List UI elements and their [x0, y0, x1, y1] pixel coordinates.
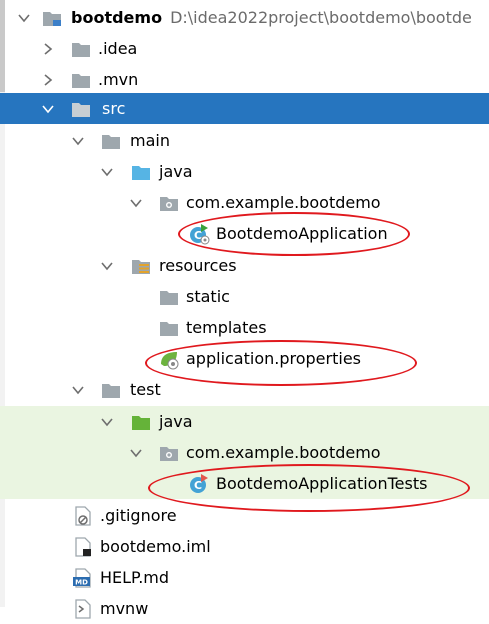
tree-row-src[interactable]: src	[0, 93, 489, 124]
chevron-down-icon[interactable]	[38, 93, 58, 124]
chevron-down-icon[interactable]	[68, 125, 88, 156]
root-path: D:\idea2022project\bootdemo\bootde	[170, 8, 472, 27]
idea-label: idea	[103, 39, 138, 58]
mvn-label-wrap: .mvn	[98, 70, 139, 89]
tree-row-static[interactable]: static	[0, 281, 489, 312]
script-file-icon	[72, 598, 94, 620]
chevron-down-icon[interactable]	[126, 187, 146, 218]
tree-row-main-java[interactable]: java	[0, 156, 489, 187]
main-java-label: java	[159, 162, 193, 181]
tree-row-test-package[interactable]: com.example.bootdemo	[0, 437, 489, 468]
root-name: bootdemo	[71, 8, 163, 27]
tree-row-main-package[interactable]: com.example.bootdemo	[0, 187, 489, 218]
svg-text:C: C	[194, 479, 202, 492]
properties-label: application.properties	[186, 349, 361, 368]
folder-icon	[158, 286, 180, 308]
tree-row-gitignore[interactable]: .gitignore	[0, 500, 489, 531]
idea-label-wrap: .idea	[98, 39, 138, 58]
tree-row-main[interactable]: main	[0, 125, 489, 156]
folder-icon	[100, 130, 122, 152]
test-class-icon: C	[188, 473, 210, 495]
chevron-down-icon[interactable]	[97, 406, 117, 437]
module-folder-icon	[41, 7, 63, 29]
tree-row-bootdemo[interactable]: bootdemo D:\idea2022project\bootdemo\boot…	[0, 2, 489, 33]
chevron-down-icon[interactable]	[126, 437, 146, 468]
spring-class-icon: C	[188, 223, 210, 245]
static-label: static	[186, 287, 230, 306]
chevron-right-icon[interactable]	[38, 33, 58, 64]
gitignore-label: .gitignore	[100, 506, 177, 525]
test-class-label: BootdemoApplicationTests	[216, 474, 428, 493]
chevron-down-icon[interactable]	[68, 374, 88, 405]
tree-row-test[interactable]: test	[0, 374, 489, 405]
main-label: main	[130, 131, 170, 150]
chevron-down-icon[interactable]	[97, 250, 117, 281]
iml-label: bootdemo.iml	[100, 537, 211, 556]
test-label: test	[130, 380, 161, 399]
iml-file-icon	[72, 536, 94, 558]
tree-row-main-class[interactable]: C BootdemoApplication	[0, 218, 489, 249]
chevron-down-icon[interactable]	[14, 2, 34, 33]
tree-row-help[interactable]: MD HELP.md	[0, 562, 489, 593]
main-class-label: BootdemoApplication	[216, 224, 388, 243]
resources-label: resources	[159, 256, 237, 275]
tree-row-idea[interactable]: .idea	[0, 33, 489, 64]
templates-label: templates	[186, 318, 267, 337]
main-package-label: com.example.bootdemo	[186, 193, 381, 212]
ignore-file-icon	[72, 505, 94, 527]
svg-text:MD: MD	[75, 579, 88, 587]
chevron-down-icon[interactable]	[97, 156, 117, 187]
tree-row-test-class[interactable]: C BootdemoApplicationTests	[0, 468, 489, 499]
src-label: src	[102, 99, 126, 118]
tree-row-iml[interactable]: bootdemo.iml	[0, 531, 489, 562]
folder-icon	[100, 379, 122, 401]
root-label: bootdemo D:\idea2022project\bootdemo\boot…	[71, 2, 472, 33]
resources-folder-icon	[130, 255, 152, 277]
spring-properties-icon	[158, 348, 180, 370]
folder-icon	[70, 98, 92, 120]
mvnw-label: mvnw	[100, 599, 149, 618]
folder-icon	[70, 69, 92, 91]
markdown-file-icon: MD	[72, 567, 94, 589]
chevron-right-icon[interactable]	[38, 64, 58, 95]
source-folder-icon	[130, 161, 152, 183]
test-java-label: java	[159, 412, 193, 431]
tree-row-resources[interactable]: resources	[0, 250, 489, 281]
test-package-label: com.example.bootdemo	[186, 443, 381, 462]
tree-row-test-java[interactable]: java	[0, 406, 489, 437]
tree-row-mvn[interactable]: .mvn	[0, 64, 489, 95]
mvn-label: mvn	[103, 70, 139, 89]
package-icon	[158, 442, 180, 464]
package-icon	[158, 192, 180, 214]
help-label: HELP.md	[100, 568, 170, 587]
tree-row-properties[interactable]: application.properties	[0, 343, 489, 374]
tree-row-templates[interactable]: templates	[0, 312, 489, 343]
folder-icon	[158, 317, 180, 339]
test-source-folder-icon	[130, 411, 152, 433]
folder-icon	[70, 38, 92, 60]
tree-row-mvnw[interactable]: mvnw	[0, 593, 489, 624]
